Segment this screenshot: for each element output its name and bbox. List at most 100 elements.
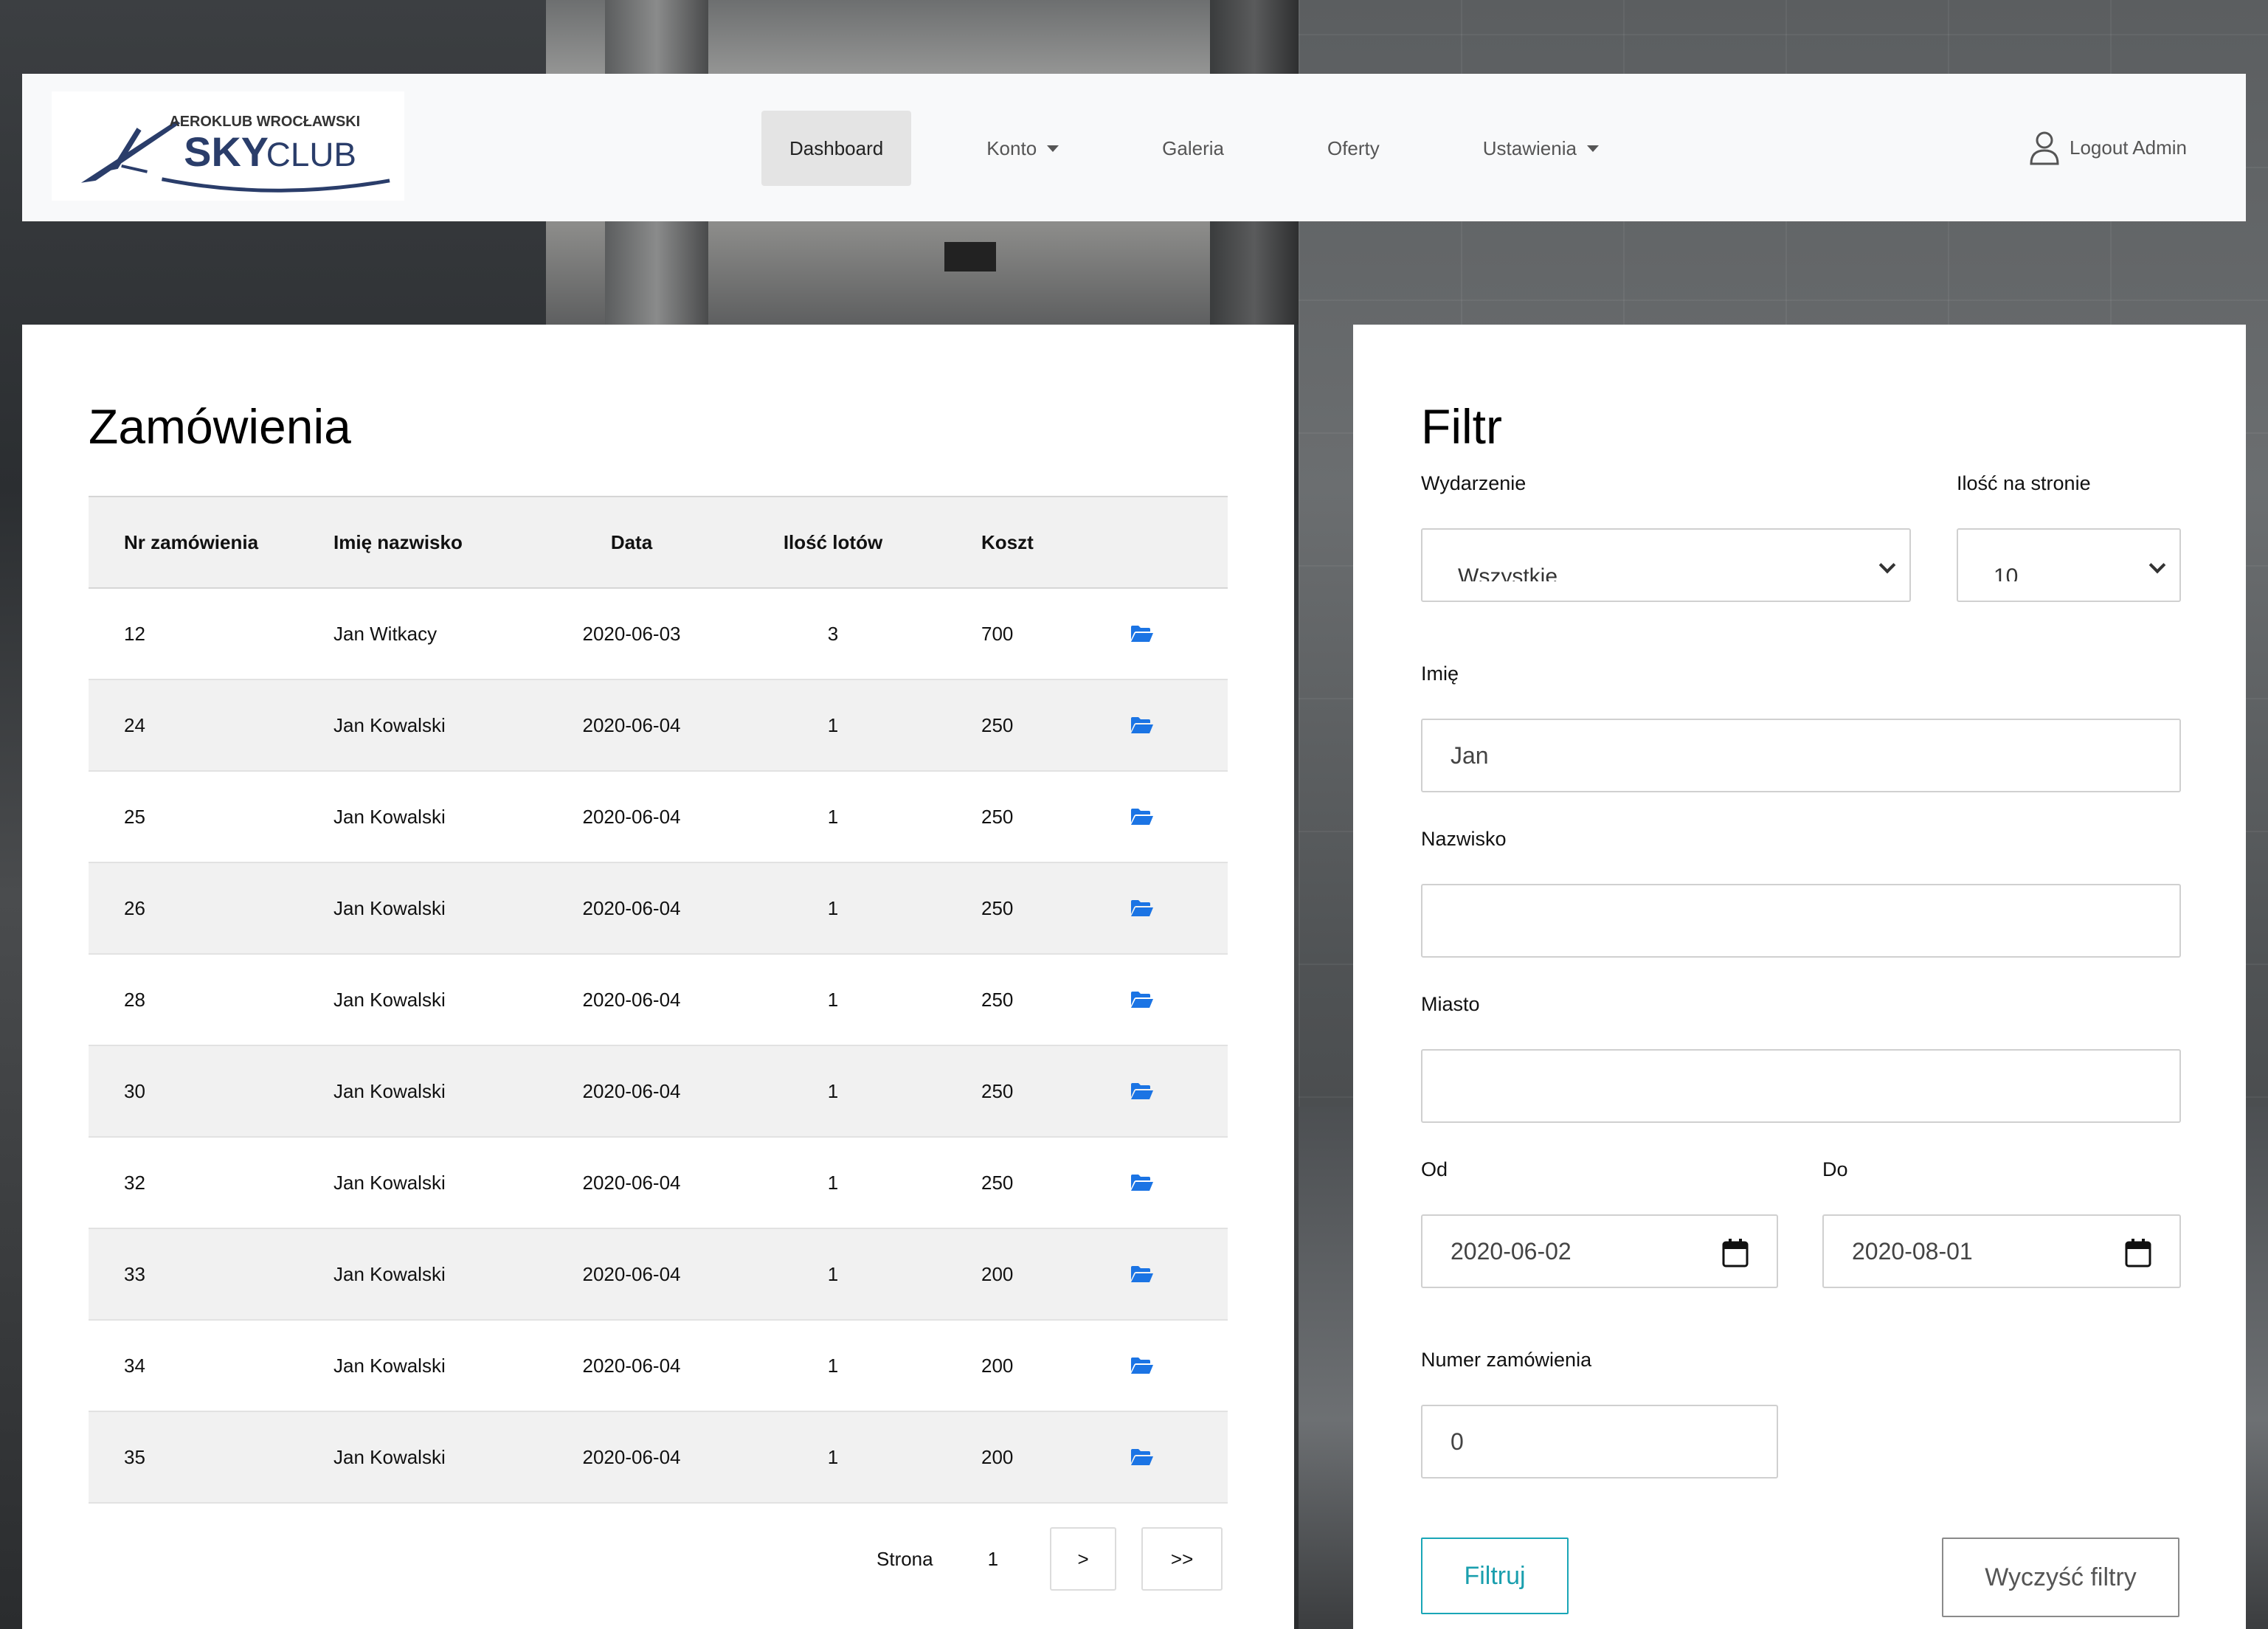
- open-order-cell: [1124, 991, 1228, 1009]
- table-row: 34 Jan Kowalski 2020-06-04 1 200: [89, 1321, 1228, 1412]
- flights-count-cell: 3: [827, 622, 839, 645]
- order-number-cell: 32: [124, 1171, 145, 1194]
- last-name-input[interactable]: [1421, 884, 2181, 958]
- order-date-cell: 2020-06-04: [582, 1445, 681, 1468]
- table-header: Nr zamówienia Imię nazwisko Data Ilość l…: [89, 496, 1228, 589]
- order-number-cell: 25: [124, 805, 145, 828]
- open-order-cell: [1124, 625, 1228, 643]
- open-order-cell: [1124, 808, 1228, 826]
- order-date-cell: 2020-06-04: [582, 1354, 681, 1377]
- col-header-name: Imię nazwisko: [333, 530, 463, 553]
- first-name-value: Jan: [1451, 741, 1489, 769]
- filter-button[interactable]: Filtruj: [1421, 1538, 1569, 1614]
- table-row: 35 Jan Kowalski 2020-06-04 1 200: [89, 1412, 1228, 1504]
- nav-konto-label: Konto: [986, 136, 1037, 159]
- cost-cell: 700: [981, 622, 1014, 645]
- table-row: 28 Jan Kowalski 2020-06-04 1 250: [89, 955, 1228, 1046]
- date-to-value: 2020-08-01: [1852, 1237, 1973, 1265]
- nav-ustawienia[interactable]: Ustawienia: [1455, 111, 1627, 186]
- order-number-cell: 34: [124, 1354, 145, 1377]
- nav-galeria[interactable]: Galeria: [1134, 111, 1252, 186]
- cost-cell: 200: [981, 1262, 1014, 1285]
- order-date-cell: 2020-06-03: [582, 622, 681, 645]
- folder-open-icon[interactable]: [1130, 1082, 1154, 1100]
- per-page-select[interactable]: 10: [1957, 528, 2181, 602]
- calendar-icon[interactable]: [2125, 1238, 2151, 1267]
- nav-oferty[interactable]: Oferty: [1299, 111, 1408, 186]
- col-header-flights: Ilość lotów: [783, 530, 883, 553]
- cost-cell: 250: [981, 1079, 1014, 1102]
- pagination: Strona 1 > >>: [877, 1527, 1223, 1591]
- folder-open-icon[interactable]: [1130, 716, 1154, 734]
- orders-title: Zamówienia: [89, 399, 351, 454]
- customer-name-cell: Jan Kowalski: [333, 1354, 446, 1377]
- per-page-label: Ilość na stronie: [1957, 472, 2091, 494]
- cost-cell: 250: [981, 713, 1014, 736]
- table-row: 24 Jan Kowalski 2020-06-04 1 250: [89, 680, 1228, 772]
- col-header-date: Data: [610, 530, 653, 553]
- brand-logo[interactable]: AEROKLUB WROCŁAWSKI SKY CLUB: [52, 91, 404, 201]
- customer-name-cell: Jan Witkacy: [333, 622, 438, 645]
- cost-cell: 250: [981, 896, 1014, 919]
- order-number-input[interactable]: 0: [1421, 1405, 1778, 1478]
- folder-open-icon[interactable]: [1130, 625, 1154, 643]
- date-from-input[interactable]: 2020-06-02: [1421, 1214, 1778, 1288]
- table-body: 12 Jan Witkacy 2020-06-03 3 700 24 Jan Kowalsk…: [89, 589, 1228, 1504]
- table-row: 12 Jan Witkacy 2020-06-03 3 700: [89, 589, 1228, 680]
- folder-open-icon[interactable]: [1130, 808, 1154, 826]
- customer-name-cell: Jan Kowalski: [333, 896, 446, 919]
- event-select[interactable]: Wszystkie: [1421, 528, 1911, 602]
- date-to-input[interactable]: 2020-08-01: [1822, 1214, 2181, 1288]
- nav-dashboard[interactable]: Dashboard: [761, 111, 912, 186]
- next-page-button[interactable]: >: [1050, 1527, 1117, 1591]
- folder-open-icon[interactable]: [1130, 1265, 1154, 1283]
- last-page-button[interactable]: >>: [1141, 1527, 1223, 1591]
- filter-title: Filtr: [1421, 399, 1502, 454]
- folder-open-icon[interactable]: [1130, 1357, 1154, 1374]
- open-order-cell: [1124, 1265, 1228, 1283]
- caret-down-icon: [1586, 145, 1599, 152]
- order-date-cell: 2020-06-04: [582, 988, 681, 1011]
- flights-count-cell: 1: [827, 896, 839, 919]
- open-order-cell: [1124, 1357, 1228, 1374]
- caret-down-icon: [1047, 145, 1059, 152]
- order-number-cell: 12: [124, 622, 145, 645]
- customer-name-cell: Jan Kowalski: [333, 713, 446, 736]
- chevron-down-icon: [1878, 556, 1896, 574]
- city-label: Miasto: [1421, 993, 1480, 1015]
- flights-count-cell: 1: [827, 988, 839, 1011]
- order-date-cell: 2020-06-04: [582, 896, 681, 919]
- logout-link[interactable]: Logout Admin: [2028, 130, 2187, 165]
- order-date-cell: 2020-06-04: [582, 1171, 681, 1194]
- open-order-cell: [1124, 1082, 1228, 1100]
- order-number-cell: 26: [124, 896, 145, 919]
- customer-name-cell: Jan Kowalski: [333, 1079, 446, 1102]
- city-input[interactable]: [1421, 1049, 2181, 1123]
- order-date-cell: 2020-06-04: [582, 713, 681, 736]
- customer-name-cell: Jan Kowalski: [333, 805, 446, 828]
- folder-open-icon[interactable]: [1130, 991, 1154, 1009]
- calendar-icon[interactable]: [1722, 1238, 1749, 1267]
- clear-filters-button[interactable]: Wyczyść filtry: [1942, 1538, 2179, 1617]
- customer-name-cell: Jan Kowalski: [333, 1262, 446, 1285]
- folder-open-icon[interactable]: [1130, 899, 1154, 917]
- folder-open-icon[interactable]: [1130, 1174, 1154, 1192]
- nav-galeria-label: Galeria: [1162, 136, 1224, 159]
- per-page-select-value: 10: [1994, 564, 2019, 581]
- first-name-input[interactable]: Jan: [1421, 719, 2181, 792]
- chevron-down-icon: [2148, 556, 2166, 574]
- nav-konto[interactable]: Konto: [958, 111, 1087, 186]
- logo-club: CLUB: [266, 136, 356, 173]
- event-select-value: Wszystkie: [1458, 564, 1557, 581]
- customer-name-cell: Jan Kowalski: [333, 1445, 446, 1468]
- nav-dashboard-label: Dashboard: [789, 136, 884, 159]
- orders-panel: Zamówienia Nr zamówienia Imię nazwisko D…: [22, 325, 1294, 1629]
- col-header-order-number: Nr zamówienia: [124, 530, 259, 553]
- order-number-cell: 35: [124, 1445, 145, 1468]
- cost-cell: 200: [981, 1445, 1014, 1468]
- table-row: 26 Jan Kowalski 2020-06-04 1 250: [89, 863, 1228, 955]
- date-from-label: Od: [1421, 1158, 1448, 1180]
- logout-label: Logout Admin: [2069, 136, 2187, 159]
- flights-count-cell: 1: [827, 1354, 839, 1377]
- folder-open-icon[interactable]: [1130, 1448, 1154, 1466]
